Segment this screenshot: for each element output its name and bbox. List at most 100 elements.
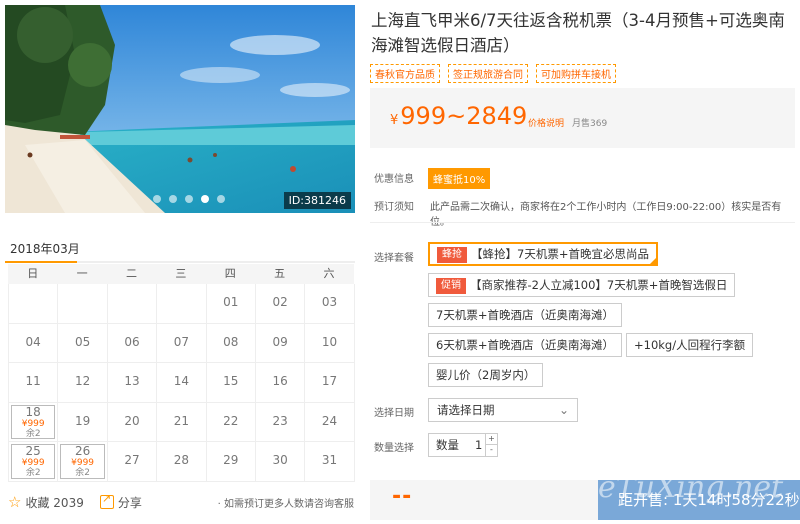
share-icon[interactable]: [99, 492, 114, 509]
calendar-day-number: 14: [173, 374, 189, 388]
calendar-day-number: 26: [74, 444, 91, 458]
calendar-day: 13: [107, 363, 158, 403]
package-flag: 蜂抢: [437, 247, 467, 263]
discount-badge: 蜂蜜抵10%: [428, 168, 491, 189]
package-label: 选择套餐: [374, 253, 414, 264]
notice-label: 预订须知: [374, 202, 414, 213]
calendar-day-number: 18: [25, 404, 41, 419]
calendar-day-number: 25: [25, 444, 41, 458]
calendar-empty-cell: [58, 284, 108, 324]
carousel-dot[interactable]: [185, 195, 193, 203]
product-photo-carousel[interactable]: ID:381246: [5, 5, 355, 213]
calendar-day-number: 22: [223, 413, 239, 428]
beach-photo: [5, 5, 355, 213]
calendar-day-number: 08: [223, 334, 239, 349]
share-button[interactable]: 分享: [118, 494, 142, 511]
calendar-day-remaining: 余2: [25, 468, 41, 478]
price-note-link[interactable]: 价格说明: [528, 116, 564, 129]
quantity-value[interactable]: 1: [475, 434, 482, 456]
decrement-icon[interactable]: -: [485, 445, 497, 456]
calendar-day: 22: [206, 402, 256, 442]
monthly-sales: 月售369: [572, 119, 608, 129]
calendar-day-remaining: 余2: [25, 428, 41, 439]
calendar-day-number: 13: [124, 374, 140, 388]
carousel-dot-active[interactable]: [201, 195, 209, 203]
product-title: 上海直飞甲米6/7天往返含税机票（3-4月预售+可选奥南海滩智选假日酒店）: [371, 11, 785, 55]
calendar-day: 17: [305, 363, 355, 403]
date-select[interactable]: 请选择日期 ⌄: [428, 398, 578, 422]
calendar-empty-cell: [157, 284, 207, 324]
notice-text: 此产品需二次确认，商家将在2个工作小时内（工作日9:00-22:00）核实是否有…: [430, 202, 782, 228]
calendar-day-number: 06: [124, 334, 140, 349]
calendar-day-number: 15: [223, 374, 239, 388]
calendar-day-available[interactable]: 26 ¥999 余2: [58, 442, 108, 482]
favorite-count: 2039: [53, 495, 84, 510]
calendar-day: 19: [58, 402, 108, 442]
calendar-day: 04: [9, 323, 59, 363]
calendar-day: 06: [107, 323, 158, 363]
calendar-day-available[interactable]: 25 ¥999 余2: [9, 442, 59, 482]
package-option-1[interactable]: 蜂抢 【蜂抢】7天机票+首晚宜必思尚品: [428, 242, 658, 266]
calendar-day-price: ¥999: [21, 418, 45, 429]
calendar-day-number: 21: [173, 413, 189, 428]
package-option-4[interactable]: 6天机票+首晚酒店（近奥南海滩）: [428, 333, 622, 357]
package-option-6[interactable]: 婴儿价（2周岁内）: [428, 363, 544, 387]
weekday-label: 四: [224, 267, 236, 280]
calendar-day-number: 11: [25, 374, 41, 388]
calendar-day: 11: [9, 363, 59, 403]
calendar-day-available[interactable]: 18 ¥999 余2: [9, 402, 59, 442]
favorite-button[interactable]: 收藏 2039: [25, 494, 83, 511]
calendar-day-price: ¥999: [71, 458, 95, 468]
quantity-stepper[interactable]: 数量 1 + -: [428, 433, 498, 457]
increment-icon[interactable]: +: [485, 434, 497, 445]
calendar-title-underline: [5, 261, 355, 263]
booking-note: · 如需预订更多人数请咨询客服: [217, 498, 354, 510]
calendar-day-number: 31: [321, 453, 338, 467]
calendar-day: 02: [255, 284, 306, 324]
calendar-day-number: 27: [124, 453, 140, 467]
departure-calendar: 日 一 二 三 四 五 六 01 02 03 04 05 06 07 08 09 10 11 12 13 14 15 16…: [8, 264, 355, 482]
price-value: 999~2849: [400, 102, 528, 130]
product-tag: 春秋官方品质: [370, 64, 440, 83]
quantity-label: 数量选择: [374, 443, 414, 454]
carousel-dot[interactable]: [169, 195, 177, 203]
calendar-day-number: 04: [25, 334, 41, 349]
calendar-day: 05: [58, 323, 108, 363]
calendar-day-number: 17: [321, 374, 338, 388]
calendar-day: 20: [107, 402, 158, 442]
product-actions: ☆ 收藏 2039 分享 · 如需预订更多人数请咨询客服: [8, 492, 354, 511]
sale-countdown-button[interactable]: 距开售: 1天14时58分22秒: [598, 480, 800, 520]
favorite-label: 收藏: [25, 495, 50, 510]
calendar-month-title[interactable]: 2018年03月: [10, 240, 80, 257]
selected-corner-icon: [648, 257, 657, 265]
carousel-indicators: [153, 195, 225, 203]
package-option-2[interactable]: 促销 【商家推荐-2人立减100】7天机票+首晚智选假日: [428, 273, 736, 297]
product-tag: 可加购拼车接机: [536, 64, 616, 83]
weekday-label: 日: [27, 267, 39, 280]
quantity-field-label: 数量: [436, 438, 459, 452]
calendar-day: 23: [255, 402, 306, 442]
calendar-day: 24: [305, 402, 355, 442]
calendar-day-number: 05: [74, 334, 91, 349]
calendar-day-number: 20: [124, 413, 140, 428]
calendar-day-number: 02: [272, 295, 288, 309]
calendar-day: 21: [157, 402, 207, 442]
package-option-5[interactable]: +10kg/人回程行李额: [626, 333, 754, 357]
calendar-day-number: 16: [272, 374, 288, 388]
date-select-label: 选择日期: [374, 408, 414, 419]
calendar-day-number: 30: [272, 453, 288, 467]
calendar-day: 28: [157, 442, 207, 482]
weekday-label: 二: [125, 267, 137, 280]
calendar-day: 12: [58, 363, 108, 403]
star-icon[interactable]: ☆: [8, 493, 21, 511]
product-tag: 签正规旅游合同: [448, 64, 528, 83]
calendar-day: 29: [206, 442, 256, 482]
package-flag: 促销: [436, 278, 466, 294]
package-option-3[interactable]: 7天机票+首晚酒店（近奥南海滩）: [428, 303, 622, 327]
chevron-down-icon: ⌄: [558, 403, 569, 417]
carousel-dot[interactable]: [153, 195, 161, 203]
carousel-dot[interactable]: [217, 195, 225, 203]
calendar-day-number: 29: [223, 453, 239, 467]
calendar-day: 03: [305, 284, 355, 324]
discount-label: 优惠信息: [374, 174, 414, 185]
